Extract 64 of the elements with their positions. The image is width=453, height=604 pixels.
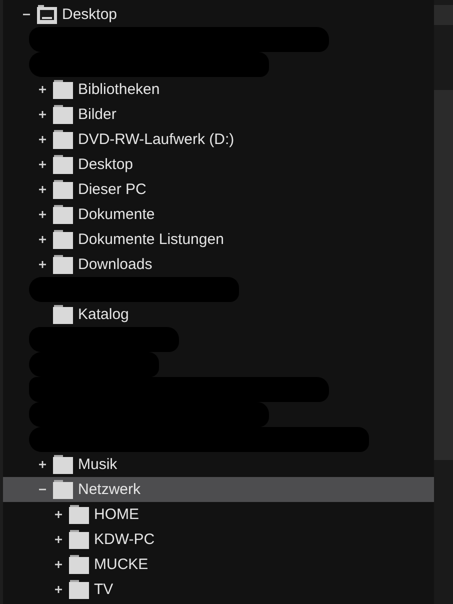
tree-item-label: Bilder — [78, 106, 116, 123]
tree-row[interactable]: Dieser PC — [3, 177, 434, 202]
tree-item-label: MUCKE — [94, 556, 148, 573]
tree-item-label: Dokumente — [78, 206, 155, 223]
tree-item-label: KDW-PC — [94, 531, 155, 548]
tree-item-label: Bibliotheken — [78, 81, 160, 98]
tree-item-label: Netzwerk — [78, 481, 141, 498]
tree-item-label: HOME — [94, 506, 139, 523]
expand-icon[interactable] — [55, 586, 62, 593]
folder-icon — [53, 155, 73, 174]
folder-icon — [53, 480, 73, 499]
folder-icon — [69, 505, 89, 524]
folder-icon — [69, 530, 89, 549]
folder-icon — [53, 205, 73, 224]
tree-row[interactable]: Musik — [3, 452, 434, 477]
tree-item-label: Desktop — [62, 6, 118, 23]
tree-item-label: Dokumente Listungen — [78, 231, 224, 248]
expand-icon[interactable] — [39, 111, 46, 118]
expand-icon[interactable] — [55, 511, 62, 518]
tree-row[interactable]: DVD-RW-Laufwerk (D:) — [3, 127, 434, 152]
tree-row[interactable]: Katalog — [3, 302, 434, 327]
scrollbar[interactable] — [434, 0, 453, 604]
tree-item-label: Downloads — [78, 256, 152, 273]
desktop-folder-icon — [37, 5, 57, 24]
folder-icon — [69, 580, 89, 599]
collapse-icon[interactable] — [23, 11, 30, 18]
tree-row[interactable]: Dokumente — [3, 202, 434, 227]
expand-icon[interactable] — [55, 536, 62, 543]
folder-icon — [53, 455, 73, 474]
folder-icon — [53, 105, 73, 124]
expand-icon[interactable] — [39, 236, 46, 243]
folder-icon — [53, 255, 73, 274]
expand-icon[interactable] — [55, 561, 62, 568]
tree-item-label: Musik — [78, 456, 118, 473]
tree-row[interactable]: Bilder — [3, 102, 434, 127]
tree-item-label: Desktop — [78, 156, 134, 173]
tree-item-label: TV — [94, 581, 114, 598]
tree-row[interactable]: TV — [3, 577, 434, 602]
folder-icon — [53, 130, 73, 149]
folder-icon — [53, 180, 73, 199]
expand-icon[interactable] — [39, 186, 46, 193]
selected-tree-row[interactable]: Netzwerk — [3, 477, 434, 502]
tree-row[interactable]: MUCKE — [3, 552, 434, 577]
tree-row[interactable]: Dokumente Listungen — [3, 227, 434, 252]
tree-item-label: DVD-RW-Laufwerk (D:) — [78, 131, 234, 148]
folder-icon — [69, 555, 89, 574]
tree-row[interactable]: Bibliotheken — [3, 77, 434, 102]
folder-icon — [53, 230, 73, 249]
tree-row[interactable]: Desktop — [3, 2, 434, 27]
expand-icon[interactable] — [39, 161, 46, 168]
expand-icon[interactable] — [39, 261, 46, 268]
expand-icon[interactable] — [39, 86, 46, 93]
collapse-icon[interactable] — [39, 486, 46, 493]
expand-icon[interactable] — [39, 211, 46, 218]
tree-item-label: Dieser PC — [78, 181, 146, 198]
folder-icon — [53, 80, 73, 99]
expand-icon[interactable] — [39, 461, 46, 468]
expand-icon[interactable] — [39, 136, 46, 143]
tree-row[interactable]: Desktop — [3, 152, 434, 177]
tree-row[interactable]: KDW-PC — [3, 527, 434, 552]
folder-icon — [53, 305, 73, 324]
tree-item-label: Katalog — [78, 306, 129, 323]
tree-row[interactable]: HOME — [3, 502, 434, 527]
tree-row[interactable]: Downloads — [3, 252, 434, 277]
